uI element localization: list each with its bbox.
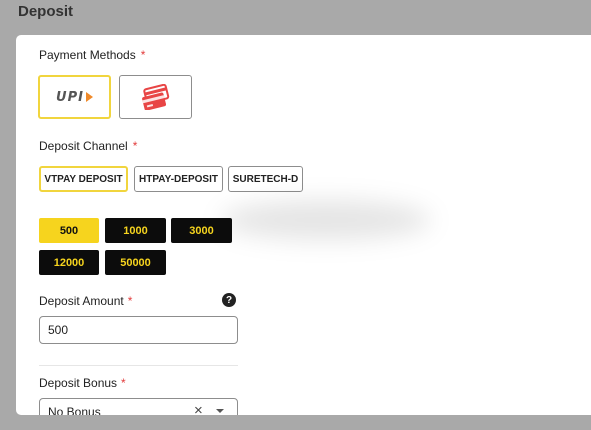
deposit-amount-label: Deposit Amount *: [39, 294, 132, 308]
deposit-bonus-label: Deposit Bonus *: [39, 376, 126, 390]
deposit-bonus-value: No Bonus: [48, 405, 101, 415]
payment-method-card[interactable]: [119, 75, 192, 119]
upi-logo: UPI: [56, 90, 93, 105]
required-mark: *: [127, 294, 133, 308]
payment-method-upi[interactable]: UPI: [38, 75, 111, 119]
amount-chip-12000[interactable]: 12000: [39, 250, 99, 275]
deposit-channel-label: Deposit Channel *: [39, 139, 137, 153]
chevron-down-icon[interactable]: [216, 409, 224, 413]
channel-htpay-deposit[interactable]: HTPAY-DEPOSIT: [134, 166, 223, 192]
deposit-bonus-label-text: Deposit Bonus: [39, 376, 118, 390]
deposit-amount-input[interactable]: [39, 316, 238, 344]
upi-arrow-icon: [85, 92, 93, 102]
page-title: Deposit: [18, 3, 74, 20]
payment-methods-label-text: Payment Methods: [39, 48, 136, 62]
required-mark: *: [121, 376, 126, 390]
deposit-channel-label-text: Deposit Channel: [39, 139, 128, 153]
clear-icon[interactable]: ×: [194, 402, 203, 415]
required-mark: *: [140, 48, 146, 62]
deposit-amount-label-text: Deposit Amount: [39, 294, 124, 308]
question-circle-icon[interactable]: ?: [222, 293, 236, 307]
blurred-region: [221, 200, 431, 240]
amount-chip-1000[interactable]: 1000: [105, 218, 166, 243]
credit-card-icon: [141, 84, 169, 110]
amount-chip-3000[interactable]: 3000: [171, 218, 232, 243]
amount-chip-50000[interactable]: 50000: [105, 250, 166, 275]
upi-logo-text: UPI: [56, 89, 84, 105]
channel-vtpay-deposit[interactable]: VTPAY DEPOSIT: [39, 166, 128, 192]
required-mark: *: [132, 139, 138, 153]
deposit-panel: Payment Methods * UPI Deposit Channel * VT…: [16, 35, 591, 415]
deposit-bonus-select[interactable]: No Bonus ×: [39, 398, 238, 415]
channel-suretech-d[interactable]: SURETECH-D: [228, 166, 303, 192]
payment-methods-label: Payment Methods *: [39, 48, 145, 62]
amount-chip-500[interactable]: 500: [39, 218, 99, 243]
section-divider: [39, 365, 238, 366]
